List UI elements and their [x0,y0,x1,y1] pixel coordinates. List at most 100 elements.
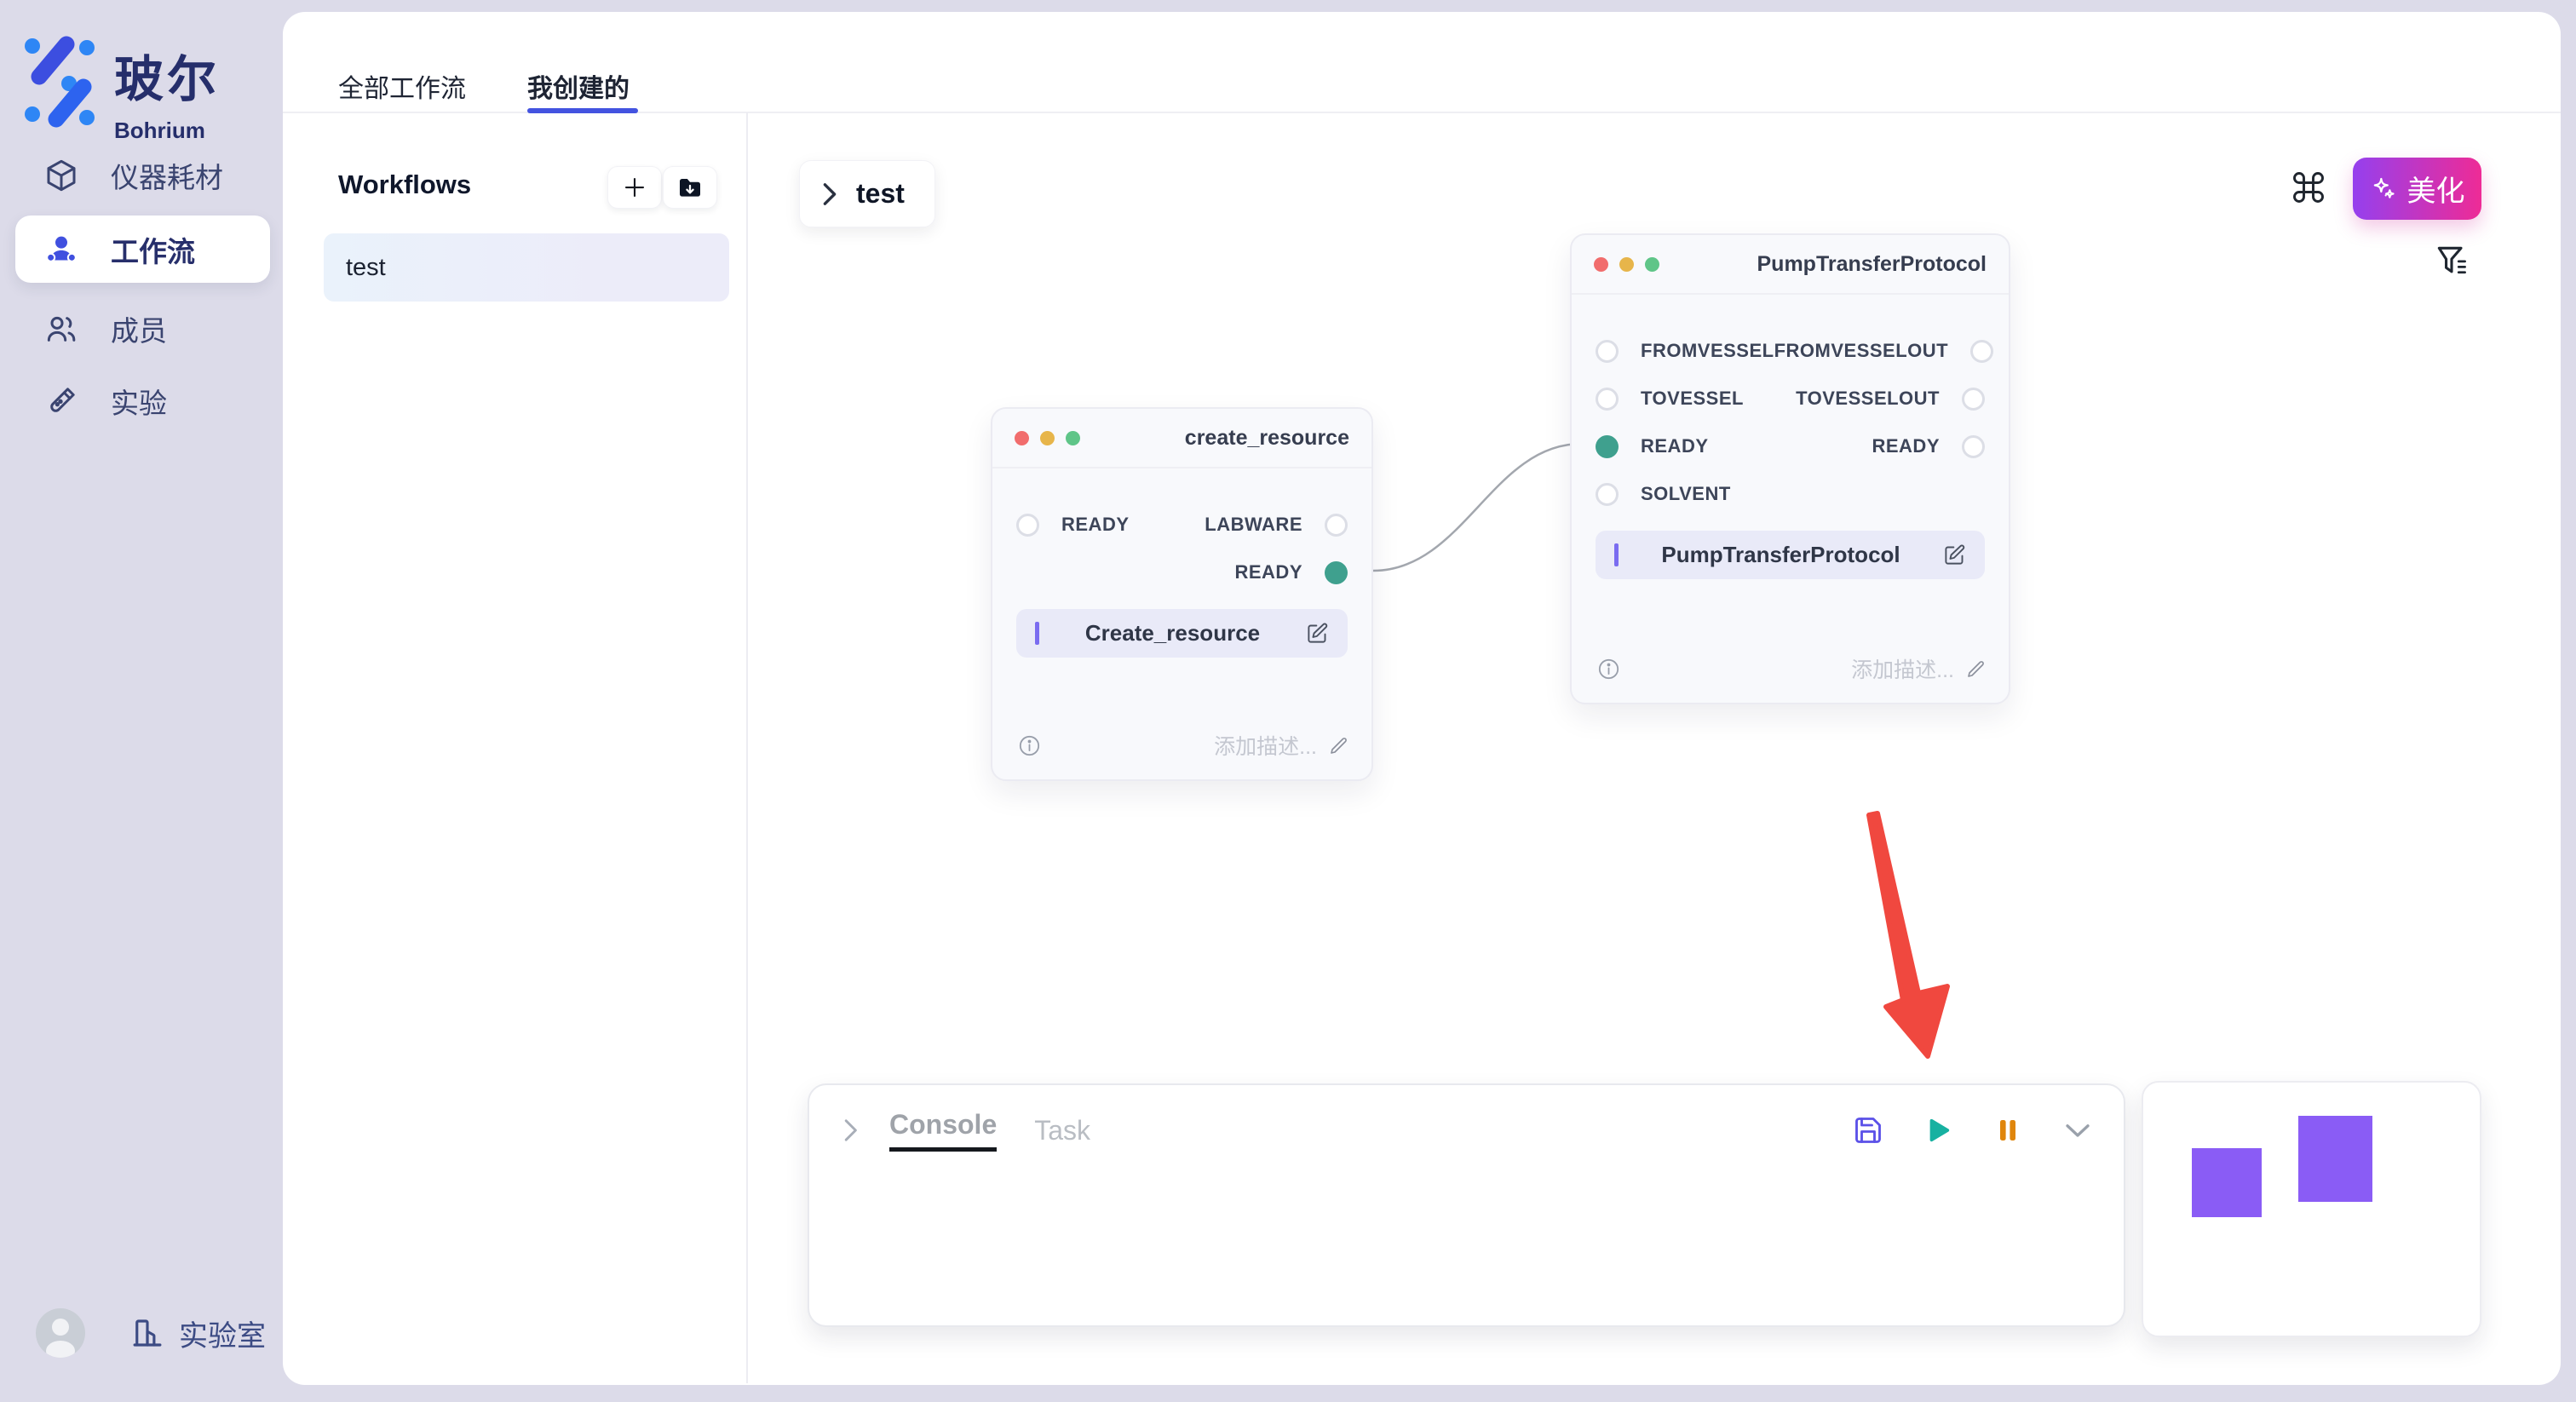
workflows-panel-title: Workflows [338,170,471,200]
info-icon[interactable] [1018,734,1041,757]
package-icon [44,158,78,192]
pause-icon[interactable] [1992,1115,2023,1146]
output-port-ready[interactable] [1962,435,1985,458]
input-port-ready[interactable] [1596,435,1619,458]
port-label: TOVESSEL [1641,388,1744,410]
pill-label: Create_resource [1039,620,1306,646]
beautify-button[interactable]: 美化 [2353,158,2481,220]
canvas-breadcrumb[interactable]: test [799,160,935,227]
avatar[interactable] [36,1308,85,1358]
collapse-icon[interactable] [2062,1115,2093,1146]
team-icon [44,233,78,267]
sidebar-item-instruments[interactable]: 仪器耗材 [15,141,270,209]
input-port-ready[interactable] [1016,514,1039,537]
building-icon [129,1315,165,1351]
port-row: READY READY [1596,435,1985,457]
minimap[interactable] [2142,1081,2481,1337]
input-port-fromvessel[interactable] [1596,340,1619,363]
sidebar: 玻尔 Bohrium 仪器耗材 工作流 成员 [0,0,283,1402]
add-workflow-button[interactable] [607,166,662,209]
chevron-right-icon [820,182,839,206]
sparkles-icon [2370,175,2397,203]
save-icon[interactable] [1853,1115,1883,1146]
bohrium-logo-icon [24,34,99,129]
task-tab[interactable]: Task [1034,1115,1090,1146]
node-dot-red [1015,431,1029,445]
node-title: PumpTransferProtocol [1757,252,1987,277]
node-header: PumpTransferProtocol [1572,235,2009,295]
user-silhouette-icon [36,1308,85,1358]
sidebar-item-workflows[interactable]: 工作流 [15,215,270,283]
minimap-node [2298,1116,2372,1202]
node-pump-transfer-protocol[interactable]: PumpTransferProtocol FROMVESSEL FROMVESS… [1570,233,2010,704]
brand-logo[interactable]: 玻尔 Bohrium [24,34,220,144]
tab-my-created[interactable]: 我创建的 [527,67,630,105]
port-label: READY [1061,514,1130,536]
description-placeholder[interactable]: 添加描述... [1214,730,1317,761]
port-label: SOLVENT [1641,483,1731,505]
port-row: SOLVENT [1596,483,1985,505]
sidebar-item-label: 实验 [111,381,167,422]
port-row: READY LABWARE [1016,514,1348,536]
node-title: create_resource [1185,426,1349,451]
node-dot-red [1594,257,1608,272]
filter-icon[interactable] [2433,242,2470,279]
node-action-pill[interactable]: PumpTransferProtocol [1596,531,1985,579]
sidebar-item-members[interactable]: 成员 [15,295,270,362]
input-port-tovessel[interactable] [1596,388,1619,411]
experiment-icon [44,384,78,418]
app-root: 玻尔 Bohrium 仪器耗材 工作流 成员 [0,0,2576,1402]
node-dot-green [1066,431,1080,445]
port-row: FROMVESSEL FROMVESSELOUT [1596,340,1985,362]
port-label: FROMVESSELOUT [1774,340,1949,362]
port-label: READY [1641,435,1709,457]
breadcrumb-label: test [856,178,905,210]
sidebar-item-label: 工作流 [111,229,195,270]
output-port-fromvesselout[interactable] [1970,340,1993,363]
port-label: TOVESSELOUT [1796,388,1940,410]
sidebar-item-label: 成员 [111,308,167,349]
expand-chevron-icon[interactable] [838,1117,862,1144]
node-create-resource[interactable]: create_resource READY LABWARE READY [991,407,1373,781]
command-icon[interactable] [2290,169,2327,206]
workflow-list-item-test[interactable]: test [324,233,729,302]
output-port-ready[interactable] [1325,561,1348,584]
brand-latin: Bohrium [114,118,220,144]
brand-name: 玻尔 [114,39,220,111]
run-icon[interactable] [1923,1115,1953,1146]
description-placeholder[interactable]: 添加描述... [1851,653,1954,684]
workspace-switcher[interactable]: 实验室 [36,1308,266,1358]
node-header: create_resource [992,409,1371,468]
edit-icon[interactable] [1943,543,1966,566]
sidebar-item-label: 仪器耗材 [111,155,223,196]
node-dot-yellow [1619,257,1634,272]
port-label: READY [1872,435,1940,457]
output-port-tovesselout[interactable] [1962,388,1985,411]
port-row: TOVESSEL TOVESSELOUT [1596,388,1985,410]
node-dot-green [1645,257,1659,272]
pill-label: PumpTransferProtocol [1619,542,1943,568]
input-port-solvent[interactable] [1596,483,1619,506]
plus-icon [622,175,647,200]
edit-icon[interactable] [1306,622,1329,645]
folder-download-icon [676,174,704,201]
port-label: LABWARE [1205,514,1302,536]
node-dot-yellow [1040,431,1055,445]
console-tab[interactable]: Console [889,1109,997,1152]
pencil-icon[interactable] [1966,658,1987,679]
members-icon [44,312,78,346]
port-label: READY [1234,561,1302,583]
beautify-label: 美化 [2407,168,2465,210]
output-port-labware[interactable] [1325,514,1348,537]
info-icon[interactable] [1597,658,1620,681]
list-canvas-divider [746,112,748,1383]
sidebar-item-experiments[interactable]: 实验 [15,367,270,434]
port-row: READY [1016,561,1348,583]
tab-all-workflows[interactable]: 全部工作流 [338,67,466,105]
workspace-label: 实验室 [179,1313,266,1354]
port-label: FROMVESSEL [1641,340,1774,362]
import-folder-button[interactable] [663,166,717,209]
console-panel: Console Task [808,1083,2125,1327]
pencil-icon[interactable] [1329,735,1349,756]
node-action-pill[interactable]: Create_resource [1016,609,1348,658]
